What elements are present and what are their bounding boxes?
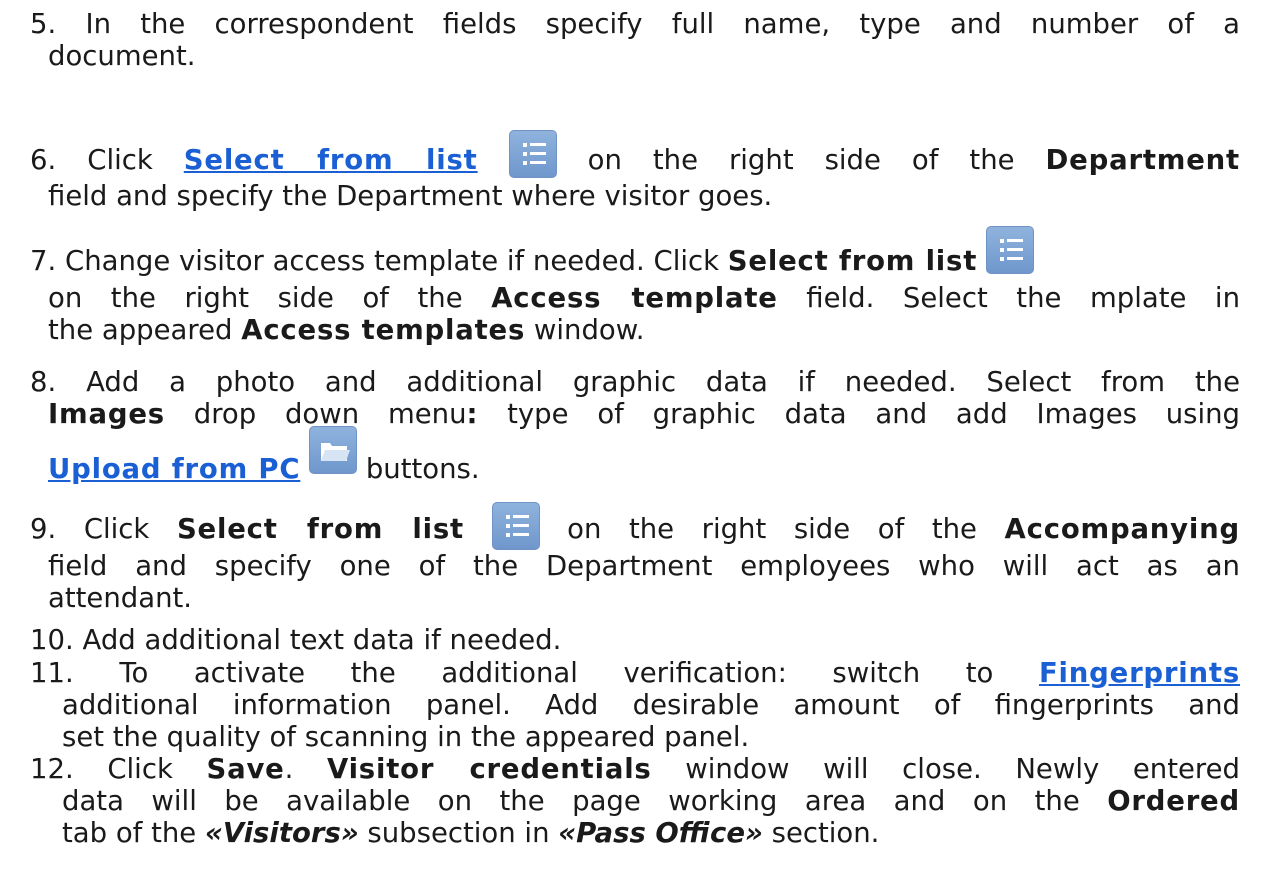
step-text: field and specify the Department where v… [48,180,773,212]
folder-icon [321,443,351,461]
visitors-subsection-label: «Visitors» [204,817,359,849]
list-icon [522,143,546,165]
step-number: 8. [30,366,57,398]
step-text: buttons. [365,453,480,485]
select-from-list-label: Select from list [727,245,978,277]
step-text: attendant. [48,582,193,614]
step-text: the appeared [48,314,242,346]
step-text: tab of the [62,817,205,849]
step-text: field. Select the mplate in [777,282,1240,314]
step-number: 11. [30,657,74,689]
step-text: on the right side of the [48,282,492,314]
step-text: set the quality of scanning in the appea… [62,721,750,753]
pass-office-section-label: «Pass Office» [558,817,763,849]
step-text: Click [107,753,207,785]
select-from-list-link[interactable]: Select from list [184,144,478,176]
step-text: Click [83,513,177,545]
step-text: on the right side of the [556,144,1046,176]
step-text: section. [762,817,880,849]
access-templates-window-label: Access templates [241,314,526,346]
step-number: 10. [30,624,74,656]
accompanying-field-label: Accompanying [1004,513,1240,545]
step-number: 12. [30,753,74,785]
step-text: on the right side of the [539,513,1005,545]
select-from-list-button[interactable] [985,226,1034,274]
colon: : [466,398,479,430]
step-text: Click [87,144,184,176]
ordered-tab-label: Ordered [1107,785,1240,817]
fingerprints-link[interactable]: Fingerprints [1039,657,1240,689]
step-5: 5. In the correspondent fields specify f… [30,8,1240,72]
step-number: 9. [30,513,57,545]
images-menu-label: Images [48,398,165,430]
department-field-label: Department [1045,144,1241,176]
step-text: Add additional text data if needed. [82,624,562,656]
step-text: Add a photo and additional graphic data … [86,366,1240,398]
step-10: 10. Add additional text data if needed. [30,624,1240,656]
step-number: 7. [30,245,57,277]
step-text: subsection in [358,817,559,849]
step-text: additional information panel. Add desira… [62,689,1240,721]
step-8: 8. Add a photo and additional graphic da… [30,366,1240,502]
step-11: 11. To activate the additional verificat… [30,657,1240,753]
select-from-list-label: Select from list [176,513,464,545]
upload-from-pc-link[interactable]: Upload from PC [48,453,300,485]
step-text: window. [525,314,645,346]
list-icon [505,515,529,537]
step-text: document. [48,40,196,72]
step-text: field and specify one of the Department … [48,550,1240,582]
upload-from-pc-button[interactable] [309,426,358,474]
step-7: 7. Change visitor access template if nee… [30,226,1240,346]
step-text: . [284,753,327,785]
list-icon [999,239,1023,261]
document: 5. In the correspondent fields specify f… [0,0,1270,881]
step-6: 6. Click Select from list on the right s… [30,130,1240,212]
step-9: 9. Click Select from list on the right s… [30,500,1240,614]
step-text: data will be available on the page worki… [62,785,1108,817]
select-from-list-button[interactable] [491,502,540,550]
step-text: In the correspondent fields specify full… [85,8,1240,40]
step-text: window will close. Newly entered [651,753,1240,785]
save-label: Save [206,753,285,785]
step-text: To activate the additional verification:… [119,657,1039,689]
step-number: 6. [30,144,57,176]
step-text: Change visitor access template if needed… [65,245,728,277]
visitor-credentials-label: Visitor credentials [326,753,652,785]
step-number: 5. [30,8,57,40]
select-from-list-button[interactable] [508,130,557,178]
step-12: 12. Click Save. Visitor credentials wind… [30,753,1240,849]
access-template-field-label: Access template [491,282,778,314]
step-text: type of graphic data and add Images usin… [478,398,1241,430]
